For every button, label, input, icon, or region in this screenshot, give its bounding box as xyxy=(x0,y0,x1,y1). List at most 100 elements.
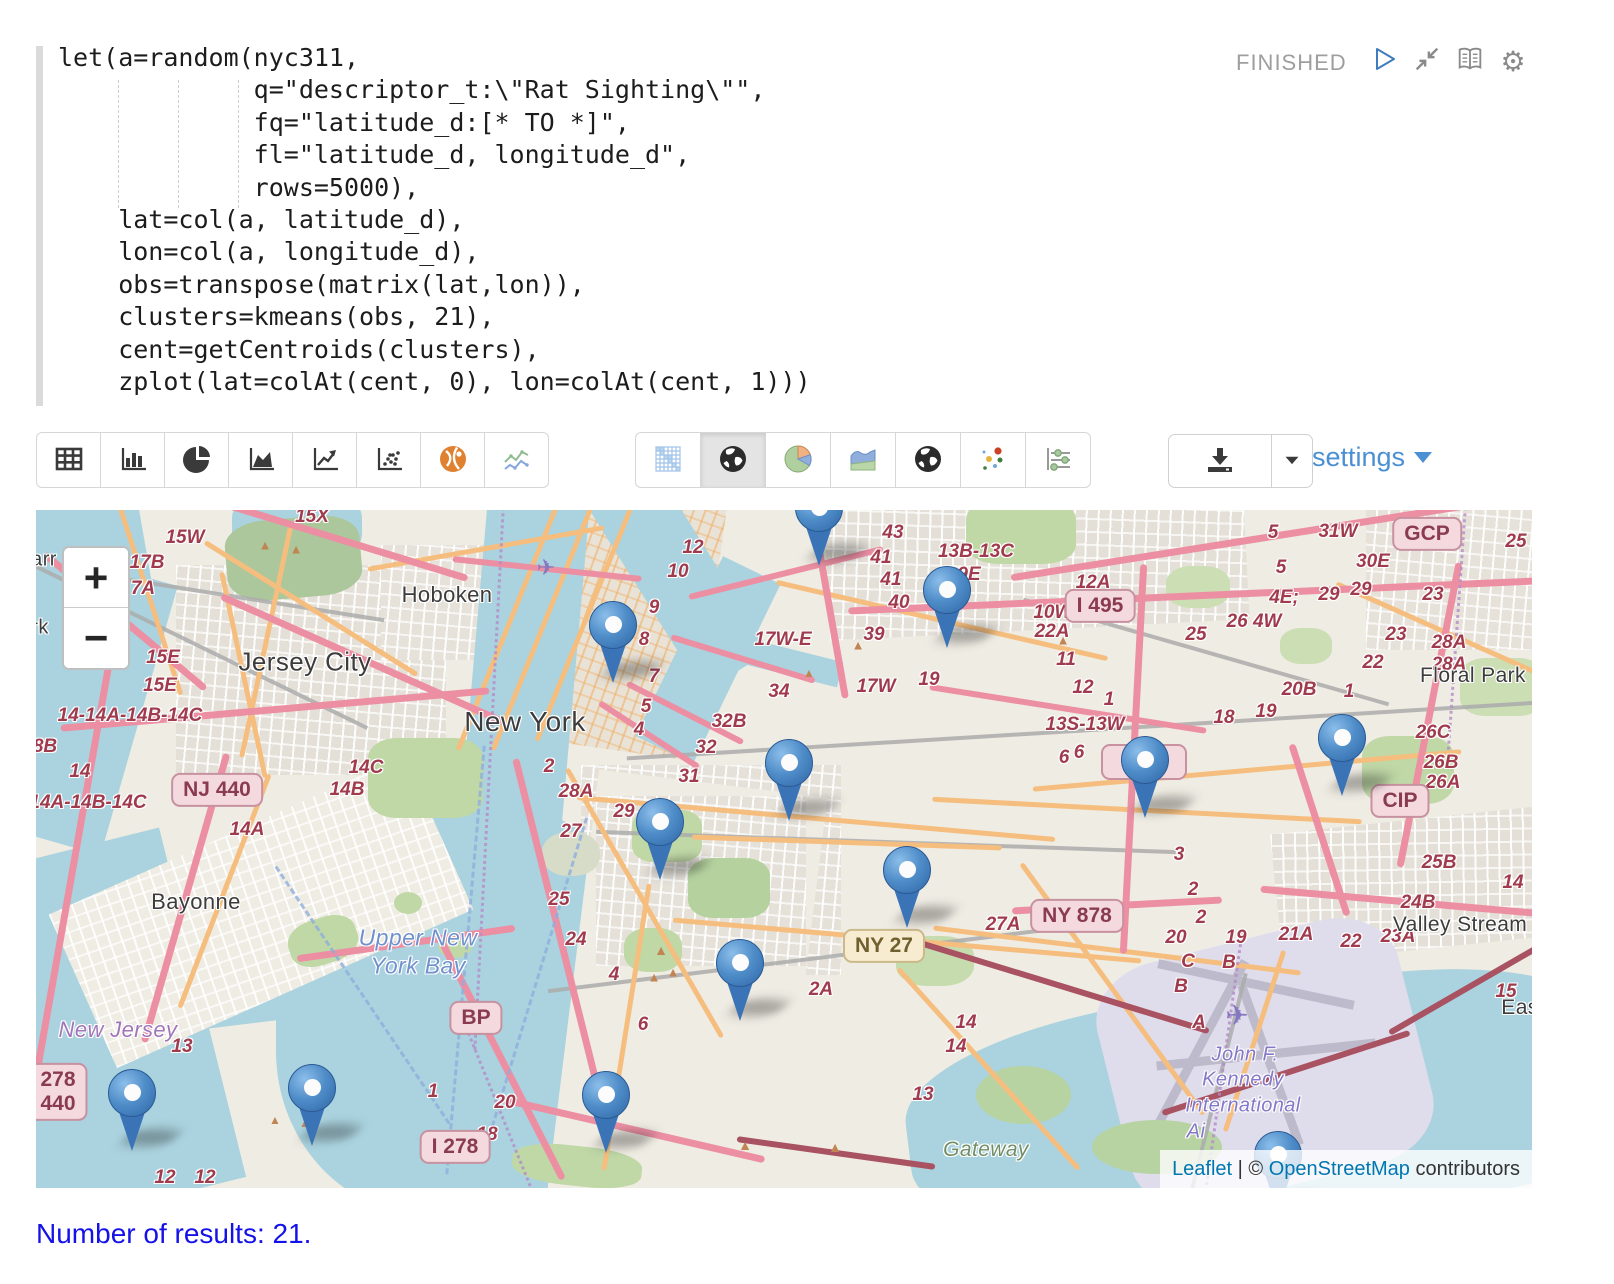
exit-ref: 31 xyxy=(678,766,699,788)
chart-button-globe-dark-2[interactable] xyxy=(895,432,961,488)
viz-toolbar: settings xyxy=(0,432,1614,490)
route-shield-278-440: 278 440 xyxy=(36,1063,88,1121)
exit-ref: 14 xyxy=(1502,872,1523,894)
exit-ref: 12 xyxy=(682,537,703,559)
exit-ref: 29 xyxy=(613,801,634,823)
exit-ref: 2A xyxy=(809,979,833,1001)
map-marker[interactable] xyxy=(1318,714,1368,804)
map-marker[interactable] xyxy=(589,601,639,691)
exit-ref: 14 xyxy=(955,1012,976,1034)
map-zoom-control: + − xyxy=(62,546,130,670)
map-label-bayonne: Bayonne xyxy=(151,889,241,915)
route-shield-i-495: I 495 xyxy=(1065,589,1136,623)
exit-ref: 28A xyxy=(559,781,594,803)
exit-ref: 26A xyxy=(1426,772,1461,794)
exit-ref: 5 xyxy=(641,696,652,718)
chart-button-table[interactable] xyxy=(36,432,101,488)
play-icon xyxy=(1369,44,1399,80)
chart-button-grid-heatmap[interactable] xyxy=(635,432,701,488)
chart-button-line-chart[interactable] xyxy=(292,432,357,488)
compress-button[interactable] xyxy=(1411,46,1443,78)
airport-icon: ✈ xyxy=(1225,1002,1248,1030)
gear-button[interactable]: ⚙ xyxy=(1497,46,1529,78)
chart-button-pie-pastel[interactable] xyxy=(765,432,831,488)
grid-heatmap-icon xyxy=(652,443,684,478)
map-marker[interactable] xyxy=(288,1064,338,1154)
scatter-chart-icon xyxy=(373,443,405,478)
area-chart-icon xyxy=(245,443,277,478)
map-label-international: International xyxy=(1185,1095,1300,1118)
map-marker[interactable] xyxy=(765,739,815,829)
exit-ref: 39 xyxy=(863,624,884,646)
map-marker[interactable] xyxy=(923,566,973,656)
chart-button-area-chart[interactable] xyxy=(228,432,293,488)
zoom-out-button[interactable]: − xyxy=(64,608,128,668)
map-label-arr: arr xyxy=(36,549,57,572)
exit-ref: 29 xyxy=(1350,579,1371,601)
map-marker[interactable] xyxy=(1121,736,1171,826)
map-marker[interactable] xyxy=(883,846,933,936)
chart-button-pie-chart[interactable] xyxy=(164,432,229,488)
exit-ref: 28A xyxy=(1432,632,1467,654)
map-marker[interactable] xyxy=(582,1071,632,1161)
map-label-new-jersey: New Jersey xyxy=(59,1017,178,1043)
marker-dot xyxy=(732,954,749,971)
chart-button-scatter-color[interactable] xyxy=(960,432,1026,488)
map-canvas[interactable]: HobokenJersey CityNew YorkBayonneFloral … xyxy=(36,510,1532,1188)
indent-guide xyxy=(238,80,239,208)
marker-dot xyxy=(1334,729,1351,746)
leaflet-link[interactable]: Leaflet xyxy=(1172,1158,1232,1180)
exit-ref: 15W xyxy=(165,527,204,549)
pie-chart-icon xyxy=(181,443,213,478)
caret-down-button[interactable] xyxy=(1271,434,1313,488)
exit-ref: 43 xyxy=(882,522,903,544)
exit-ref: 14C xyxy=(349,757,384,779)
exit-ref: 2 xyxy=(544,756,555,778)
route-shield-cip: CIP xyxy=(1370,784,1429,818)
map-shape xyxy=(394,892,422,914)
chart-button-sparklines[interactable] xyxy=(484,432,549,488)
map-marker[interactable] xyxy=(795,510,845,574)
compress-icon xyxy=(1412,44,1442,80)
exit-ref: 1 xyxy=(1344,681,1355,703)
map-marker[interactable] xyxy=(716,939,766,1029)
map-marker[interactable] xyxy=(108,1069,158,1159)
chart-button-area-pastel[interactable] xyxy=(830,432,896,488)
exit-ref: 22 xyxy=(1340,931,1361,953)
marker-dot xyxy=(124,1084,141,1101)
play-button[interactable] xyxy=(1368,46,1400,78)
map-label-hoboken: Hoboken xyxy=(402,582,493,608)
chart-button-globe-orange[interactable] xyxy=(420,432,485,488)
exit-ref: 29 xyxy=(1318,584,1339,606)
exit-ref: B xyxy=(1174,976,1188,998)
book-button[interactable] xyxy=(1454,46,1486,78)
download-button[interactable] xyxy=(1168,434,1272,488)
code-editor[interactable]: let(a=random(nyc311, q="descriptor_t:\"R… xyxy=(58,42,811,398)
exit-ref: 34 xyxy=(768,681,789,703)
exit-ref: 4 xyxy=(609,964,620,986)
chart-button-bar-chart[interactable] xyxy=(100,432,165,488)
exit-ref: 15E xyxy=(143,675,177,697)
viz-plugins-group xyxy=(635,432,1091,488)
caret-down-icon xyxy=(1279,447,1305,476)
openstreetmap-link[interactable]: OpenStreetMap xyxy=(1269,1158,1410,1180)
exit-ref: 19 xyxy=(1225,927,1246,949)
map-marker[interactable] xyxy=(636,798,686,888)
exit-ref: 22 xyxy=(1362,652,1383,674)
map-label-valley-stream: Valley Stream xyxy=(1393,913,1527,937)
settings-toggle[interactable]: settings xyxy=(1312,442,1432,473)
exit-ref: 26B xyxy=(1424,752,1459,774)
map-label-new-york: New York xyxy=(464,706,586,738)
exit-ref: 13S-13W xyxy=(1045,714,1124,736)
sparklines-icon xyxy=(501,443,533,478)
chevron-down-icon xyxy=(1414,452,1432,463)
exit-ref: 24 xyxy=(565,929,586,951)
chart-button-scatter-chart[interactable] xyxy=(356,432,421,488)
route-shield-bp: BP xyxy=(449,1001,502,1035)
exit-ref: 12 xyxy=(194,1167,215,1188)
chart-button-globe-dark[interactable] xyxy=(700,432,766,488)
globe-dark-icon xyxy=(717,443,749,478)
zoom-in-button[interactable]: + xyxy=(64,548,128,608)
map-label-ai: Ai xyxy=(1187,1121,1206,1144)
chart-button-sliders[interactable] xyxy=(1025,432,1091,488)
